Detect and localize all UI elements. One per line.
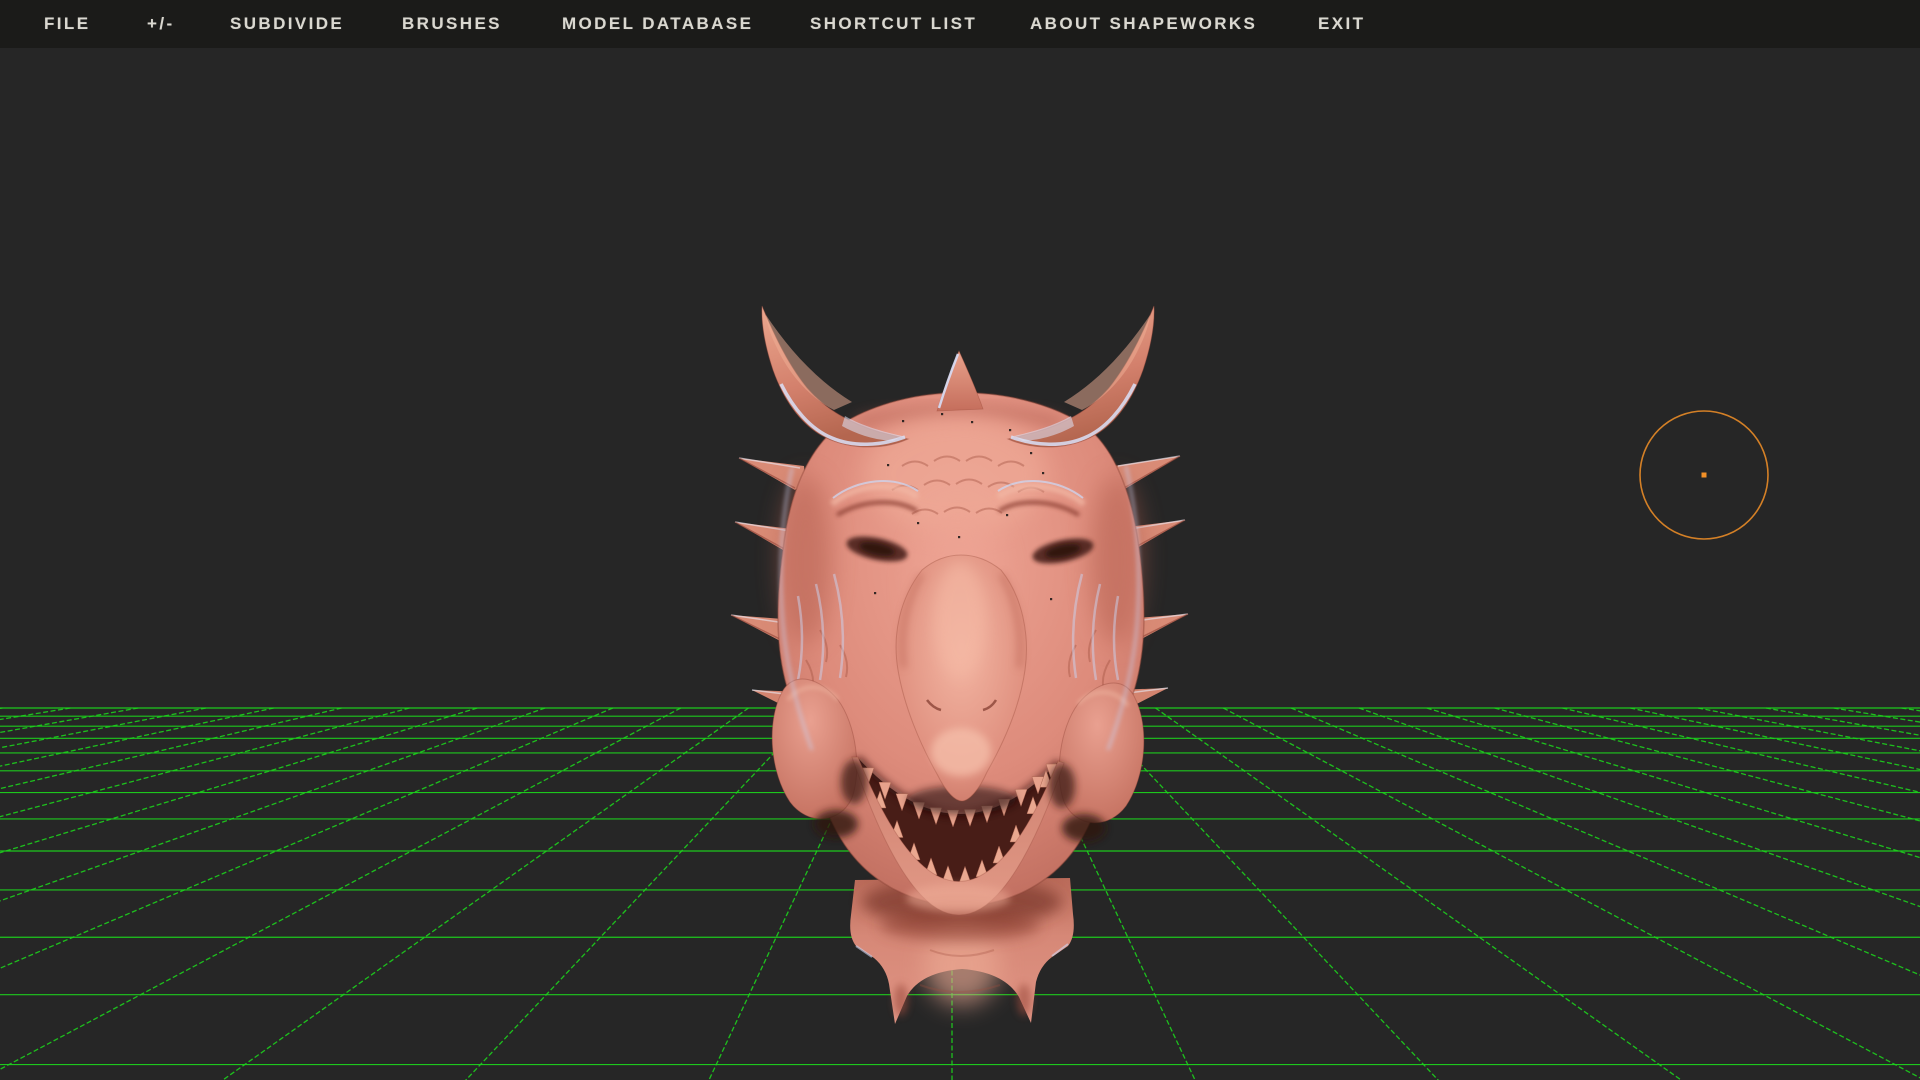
menu-item-model-database[interactable]: MODEL DATABASE <box>562 0 753 48</box>
brush-cursor <box>1640 411 1768 539</box>
menu-item-about-shapeworks[interactable]: ABOUT SHAPEWORKS <box>1030 0 1257 48</box>
menu-item-subdivide[interactable]: SUBDIVIDE <box>230 0 344 48</box>
viewport-3d[interactable] <box>0 48 1920 1080</box>
dragon-head-model[interactable] <box>731 306 1188 1024</box>
model-crest-spike <box>937 351 983 411</box>
menu-item-plus-minus[interactable]: +/- <box>147 0 175 48</box>
menu-bar: FILE +/- SUBDIVIDE BRUSHES MODEL DATABAS… <box>0 0 1920 48</box>
menu-item-exit[interactable]: EXIT <box>1318 0 1365 48</box>
menu-item-shortcut-list[interactable]: SHORTCUT LIST <box>810 0 977 48</box>
menu-item-brushes[interactable]: BRUSHES <box>402 0 502 48</box>
brush-center-dot <box>1702 473 1707 478</box>
app-window: FILE +/- SUBDIVIDE BRUSHES MODEL DATABAS… <box>0 0 1920 1080</box>
menu-item-file[interactable]: FILE <box>44 0 90 48</box>
